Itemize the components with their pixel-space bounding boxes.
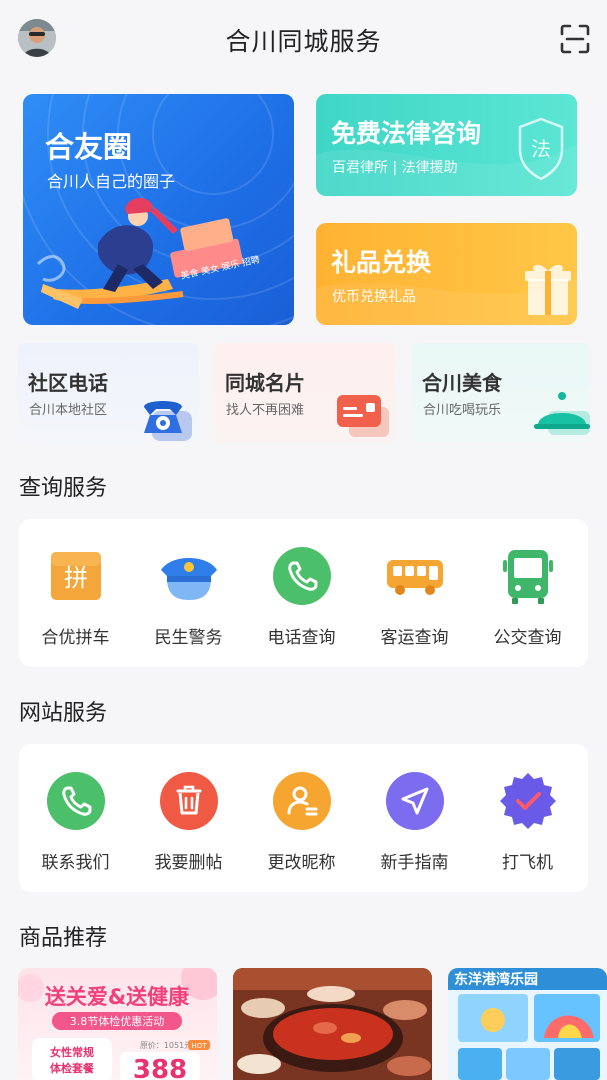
site-section-title: 网站服务 <box>19 701 108 726</box>
checkup-tag-line1: 女性常规 <box>50 1045 94 1059</box>
local-food-subtitle: 合川吃喝玩乐 <box>423 403 502 418</box>
hotpot-photo <box>233 968 432 1080</box>
bus-icon <box>503 550 553 604</box>
site-item-delete-post[interactable]: 我要删帖 <box>132 744 245 892</box>
community-phone-subtitle: 合川本地社区 <box>29 403 108 418</box>
checkup-tag-line2: 体检套餐 <box>50 1061 95 1075</box>
gift-exchange-banner[interactable]: 礼品兑换 优币兑换礼品 <box>316 223 577 325</box>
phone-icon <box>273 547 331 605</box>
law-consult-banner[interactable]: 法 免费法律咨询 百君律所 | 法律援助 <box>316 94 577 196</box>
police-cap-icon <box>161 558 217 600</box>
waterpark-photo: 东洋港湾乐园 <box>448 968 607 1080</box>
query-item-carpool[interactable]: 拼 合优拼车 <box>19 519 132 667</box>
site-item-rename[interactable]: 更改昵称 <box>245 744 358 892</box>
delete-post-label: 我要删帖 <box>154 853 223 873</box>
scan-icon <box>560 24 590 54</box>
police-label: 民生警务 <box>154 628 223 648</box>
badge-check-icon <box>500 773 556 829</box>
gift-banner-subtitle: 优币兑换礼品 <box>332 289 416 305</box>
local-food-card[interactable]: 合川美食 合川吃喝玩乐 <box>412 343 591 443</box>
business-card-icon <box>337 395 389 437</box>
local-food-title: 合川美食 <box>422 371 502 395</box>
site-item-contact[interactable]: 联系我们 <box>19 744 132 892</box>
bus-label: 公交查询 <box>493 628 562 648</box>
site-item-guide[interactable]: 新手指南 <box>358 744 471 892</box>
waterpark-headline: 东洋港湾乐园 <box>454 971 538 988</box>
community-phone-title: 社区电话 <box>28 371 108 395</box>
query-item-bus[interactable]: 公交查询 <box>471 519 584 667</box>
query-item-police[interactable]: 民生警务 <box>132 519 245 667</box>
plane-label: 打飞机 <box>502 853 553 873</box>
business-card-subtitle: 找人不再困难 <box>226 403 305 418</box>
scan-button[interactable] <box>559 23 591 55</box>
circle-banner-title: 合友圈 <box>45 130 133 164</box>
user-edit-icon <box>273 772 331 830</box>
coach-label: 客运查询 <box>380 628 449 648</box>
contact-label: 联系我们 <box>41 853 110 873</box>
business-card-title: 同城名片 <box>225 371 305 395</box>
product-card-checkup[interactable]: 送关爱&送健康 3.8节体检优惠活动 女性常规 体检套餐 原价：1051元 38… <box>18 968 217 1080</box>
checkup-old-price: 原价：1051元 <box>140 1041 192 1050</box>
query-section-title: 查询服务 <box>19 476 108 501</box>
phone-icon <box>47 772 105 830</box>
checkup-headline: 送关爱&送健康 <box>45 985 190 1009</box>
trash-icon <box>160 772 218 830</box>
checkup-ribbon: 3.8节体检优惠活动 <box>70 1014 165 1028</box>
carpool-glyph: 拼 <box>64 564 88 592</box>
checkup-promo-art: 送关爱&送健康 3.8节体检优惠活动 女性常规 体检套餐 原价：1051元 38… <box>18 968 217 1080</box>
phone-query-label: 电话查询 <box>267 628 336 648</box>
checkup-price: 388 <box>133 1055 187 1080</box>
query-services-panel: 拼 合优拼车 民生警务 电话查询 客运查询 公交查询 <box>19 519 588 667</box>
law-banner-title: 免费法律咨询 <box>331 119 482 148</box>
products-section-title: 商品推荐 <box>19 926 108 951</box>
coach-bus-icon <box>387 560 443 595</box>
circle-banner-subtitle: 合川人自己的圈子 <box>47 172 176 191</box>
telephone-icon <box>144 401 192 441</box>
product-card-hotpot[interactable] <box>233 968 432 1080</box>
app-header: 合川同城服务 <box>0 0 607 80</box>
food-cloche-icon <box>534 392 590 435</box>
circle-banner[interactable]: 美食 美女 娱乐 招聘 合友圈 合川人自己的圈子 <box>23 94 294 325</box>
query-item-phone[interactable]: 电话查询 <box>245 519 358 667</box>
navigation-arrow-icon <box>386 772 444 830</box>
community-phone-card[interactable]: 社区电话 合川本地社区 <box>18 343 198 443</box>
page-title: 合川同城服务 <box>225 27 382 56</box>
guide-label: 新手指南 <box>380 853 449 873</box>
law-badge-text: 法 <box>531 137 551 161</box>
carpool-label: 合优拼车 <box>41 628 110 648</box>
query-item-coach[interactable]: 客运查询 <box>358 519 471 667</box>
gift-banner-title: 礼品兑换 <box>331 248 432 277</box>
business-card-card[interactable]: 同城名片 找人不再困难 <box>215 343 395 443</box>
product-card-waterpark[interactable]: 东洋港湾乐园 <box>448 968 607 1080</box>
carpool-icon: 拼 <box>51 552 101 600</box>
rename-label: 更改昵称 <box>267 853 336 873</box>
checkup-hot-badge: HOT <box>191 1042 207 1050</box>
site-item-plane[interactable]: 打飞机 <box>471 744 584 892</box>
law-banner-subtitle: 百君律所 | 法律援助 <box>332 160 458 176</box>
site-services-panel: 联系我们 我要删帖 更改昵称 新手指南 打飞机 <box>19 744 588 892</box>
